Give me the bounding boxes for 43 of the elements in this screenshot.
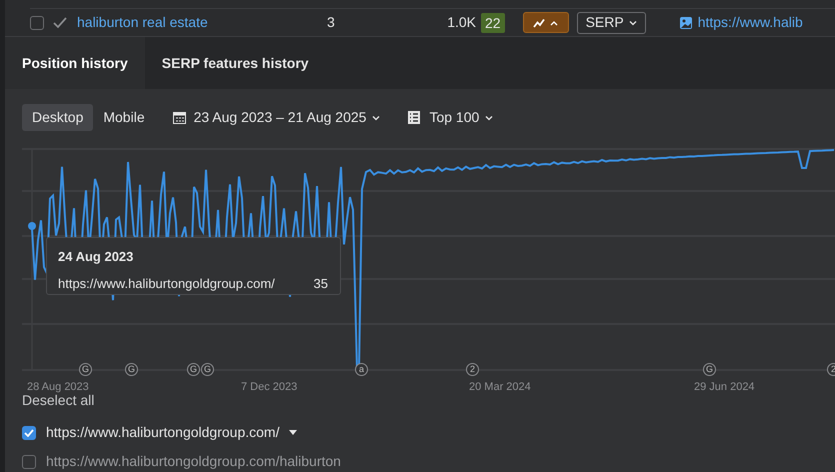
data-point-icon (28, 222, 36, 230)
trend-icon (533, 18, 546, 28)
tooltip-date: 24 Aug 2023 (58, 248, 134, 266)
serp-feature-marker[interactable]: G (201, 363, 214, 376)
serp-feature-marker[interactable]: G (125, 363, 138, 376)
url-label: https://www.haliburtongoldgroup.com/haliburton (46, 452, 341, 471)
difficulty-badge: 22 (481, 12, 505, 32)
serp-feature-marker[interactable]: a (355, 363, 368, 376)
serp-feature-marker[interactable]: G (187, 363, 200, 376)
chevron-icon (372, 114, 380, 120)
position-value: 3 (327, 13, 336, 32)
tab[interactable]: Position history (5, 37, 145, 89)
volume-value: 1.0K (446, 13, 476, 32)
device-toggle[interactable]: Mobile (93, 104, 155, 131)
serp-button[interactable]: SERP (576, 12, 646, 34)
chevron-icon (628, 20, 637, 26)
device-toggle[interactable]: Desktop (22, 104, 94, 131)
tooltip-url: https://www.haliburtongoldgroup.com/ (58, 274, 275, 293)
calendar-icon (172, 111, 186, 124)
axis-label: 28 Aug 2023 (27, 380, 89, 394)
chevron-icon (550, 20, 558, 26)
tab[interactable]: SERP features history (144, 37, 326, 89)
url-link[interactable]: https://www.halib (698, 12, 803, 33)
keyword-link[interactable]: haliburton real estate (77, 12, 327, 33)
list-icon (408, 111, 420, 124)
axis-label: 29 Jun 2024 (694, 380, 755, 395)
url-checkbox[interactable] (22, 454, 36, 468)
date-range-dropdown[interactable]: 23 Aug 2023 – 21 Aug 2025 (194, 107, 380, 128)
axis-label: 7 Dec 2023 (241, 380, 298, 395)
chevron-icon (485, 114, 494, 120)
caret-icon[interactable] (289, 430, 298, 435)
tooltip-position: 35 (314, 274, 328, 292)
serp-feature-marker[interactable]: 2 (466, 363, 479, 376)
row-checkbox[interactable] (30, 16, 44, 30)
trend-button[interactable] (522, 12, 569, 33)
axis-label: 20 Mar 2024 (469, 380, 531, 395)
image-icon (680, 16, 692, 28)
serp-feature-marker[interactable]: G (703, 363, 716, 376)
url-checkbox[interactable] (22, 426, 36, 440)
top-filter-dropdown[interactable]: Top 100 (429, 107, 494, 128)
serp-feature-marker[interactable]: G (79, 363, 92, 376)
url-label: https://www.haliburtongoldgroup.com/ (46, 423, 280, 442)
check-icon (53, 16, 67, 28)
